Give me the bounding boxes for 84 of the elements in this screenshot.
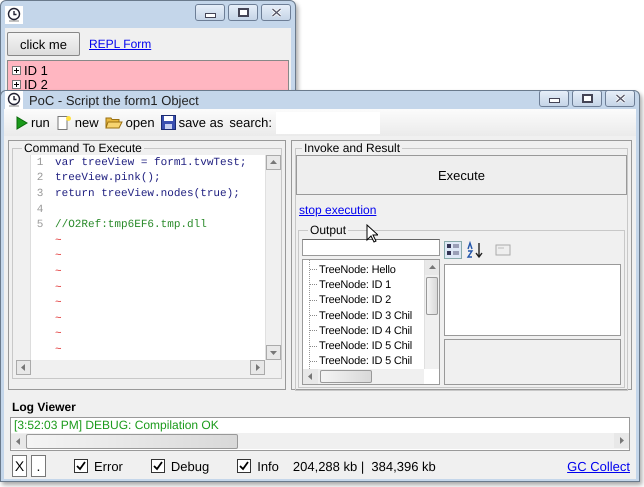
log-viewer-title: Log Viewer	[11, 400, 77, 414]
arrow-icon	[270, 159, 277, 166]
empty-line-marker: ~	[54, 328, 62, 340]
expand-icon[interactable]	[12, 66, 21, 74]
close-button[interactable]	[605, 90, 635, 106]
group-title: Command To Execute	[23, 141, 143, 155]
close-button[interactable]	[261, 4, 291, 21]
sort-icon[interactable]	[466, 241, 484, 259]
code-line: var treeView = form1.tvwTest;	[54, 156, 246, 169]
empty-line-marker: ~	[54, 344, 62, 356]
line-number: 1	[36, 156, 44, 169]
click-me-button[interactable]: click me	[7, 32, 80, 56]
filter-checkbox[interactable]: Error	[74, 458, 123, 474]
property-grid[interactable]	[444, 264, 621, 336]
arrow-icon	[618, 437, 625, 444]
stop-execution-link[interactable]: stop execution	[299, 203, 376, 217]
arrow-icon	[270, 349, 277, 356]
filter-checkbox[interactable]: Info	[237, 458, 279, 474]
empty-line-marker: ~	[54, 297, 62, 310]
horizontal-scrollbar[interactable]	[16, 360, 265, 376]
vertical-scrollbar[interactable]	[424, 260, 439, 370]
new-page-icon	[56, 114, 72, 130]
checkmark-icon	[152, 461, 163, 471]
checkmark-icon	[239, 461, 250, 471]
line-number: 5	[36, 219, 44, 232]
repl-form-link[interactable]: REPL Form	[89, 37, 152, 51]
toolbar-button[interactable]: new	[56, 114, 99, 130]
tree-node[interactable]: TreeNode: ID 2	[310, 292, 424, 308]
search-label: search:	[229, 115, 272, 130]
empty-line-marker: ~	[54, 250, 62, 262]
execute-button[interactable]: Execute	[296, 155, 627, 195]
minimize-button[interactable]	[539, 90, 569, 106]
folder-icon	[104, 115, 123, 130]
window-title: PoC - Script the form1 Object	[29, 92, 200, 108]
tree-node[interactable]: TreeNode: ID 4 Chil	[310, 323, 424, 338]
code-line: treeView.pink();	[54, 172, 161, 184]
tree-node[interactable]: ID 2	[24, 76, 48, 92]
code-line: return treeView.nodes(true);	[54, 188, 240, 200]
tree-node[interactable]: ID 1	[24, 62, 48, 78]
horizontal-scrollbar[interactable]	[303, 369, 424, 384]
code-editor[interactable]: 1 var treeView = form1.tvwTest; 2 treeView.pink(); 3 return treeView.nodes(true); 4 5 //O2Ref:tmp6EF6.tmp.dll ~ ~ ~ ~ ~ ~ ~ ~	[30, 155, 265, 360]
vertical-scrollbar[interactable]	[265, 155, 281, 360]
log-button[interactable]: X	[12, 455, 27, 477]
toolbar-button[interactable]: save as	[160, 115, 224, 130]
tree-node[interactable]: TreeNode: Hello	[310, 262, 424, 278]
empty-line-marker: ~	[54, 234, 62, 247]
minimize-button[interactable]	[195, 4, 225, 21]
filter-checkbox[interactable]: Debug	[150, 458, 210, 474]
mouse-pointer-icon	[366, 224, 378, 243]
filter-field[interactable]	[302, 239, 440, 256]
empty-line-marker: ~	[54, 282, 62, 294]
group-title: Invoke and Result	[303, 141, 402, 155]
play-icon	[16, 116, 28, 130]
line-number: 3	[36, 188, 44, 200]
tree-node[interactable]: TreeNode: ID 5 Chil	[310, 354, 424, 370]
tree-node[interactable]: TreeNode: ID 5 Chil	[310, 338, 424, 354]
horizontal-scrollbar[interactable]	[11, 433, 629, 449]
tree-node[interactable]: TreeNode: ID 1	[310, 277, 424, 293]
empty-line-marker: ~	[54, 266, 62, 278]
log-entry: [3:52:03 PM] DEBUG: Compilation OK	[13, 418, 220, 433]
arrow-icon	[254, 364, 261, 371]
arrow-icon	[429, 264, 436, 271]
memory-usage: 204,288 kb | 384,396 kb	[292, 458, 436, 474]
empty-line-marker: ~	[54, 312, 62, 325]
arrow-icon	[307, 373, 314, 380]
toolbar-button[interactable]: open	[104, 115, 155, 130]
log-button[interactable]: .	[31, 455, 46, 477]
code-comment: //O2Ref:tmp6EF6.tmp.dll	[54, 219, 207, 232]
checkmark-icon	[76, 461, 86, 471]
arrow-icon	[15, 438, 22, 444]
line-number: 4	[36, 204, 44, 216]
maximize-button[interactable]	[572, 90, 602, 106]
close-icon	[614, 94, 626, 102]
line-number: 2	[36, 172, 44, 184]
group-title: Output	[309, 223, 348, 237]
toolbar-button[interactable]: run	[16, 115, 50, 130]
maximize-button[interactable]	[228, 4, 258, 21]
arrow-icon	[20, 364, 27, 371]
categorized-icon[interactable]	[444, 241, 462, 259]
gc-collect-link[interactable]: GC Collect	[567, 458, 630, 474]
clock-icon	[5, 6, 23, 24]
close-icon	[270, 8, 282, 17]
expand-icon[interactable]	[12, 80, 21, 88]
tree-node[interactable]: TreeNode: ID 3 Chil	[310, 308, 424, 324]
